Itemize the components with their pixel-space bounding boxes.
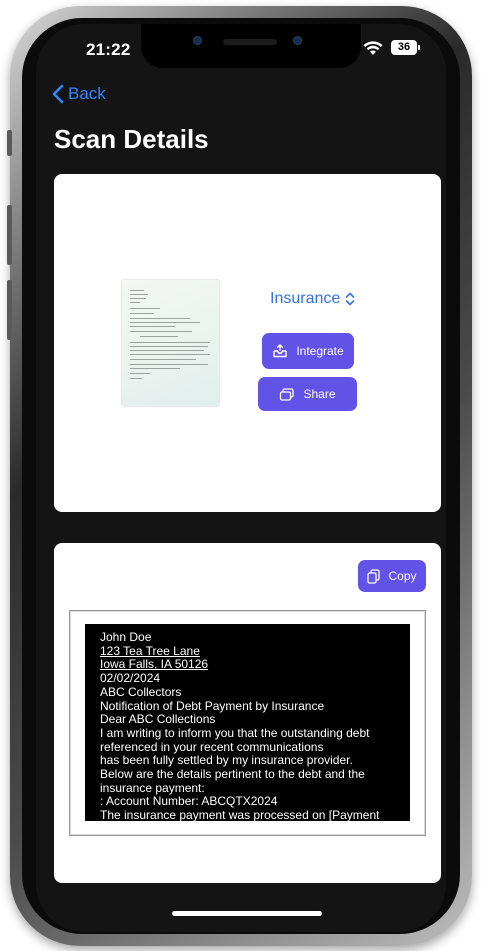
page-title: Scan Details (54, 124, 209, 154)
text-line: Below are the details pertinent to the d… (100, 767, 365, 782)
tray-upload-icon (273, 344, 288, 358)
scan-summary-card: Insurance Integrate Share (54, 174, 441, 512)
share-button[interactable]: Share (258, 377, 357, 411)
share-label: Share (303, 387, 336, 401)
extracted-text-card: Copy John Doe 123 Tea Tree Lane Iowa Fal… (54, 543, 441, 883)
text-line: referenced in your recent communications (100, 739, 324, 754)
text-line: ABC Collectors (100, 684, 182, 699)
text-line: John Doe (100, 630, 152, 644)
volume-down-button (7, 280, 12, 340)
up-down-chevron-icon (345, 292, 355, 306)
home-indicator[interactable] (172, 911, 322, 916)
category-label: Insurance (270, 290, 341, 307)
text-line: 123 Tea Tree Lane (100, 643, 200, 658)
text-line: The insurance payment was processed on [… (100, 808, 380, 821)
copy-label: Copy (388, 569, 417, 583)
text-line: Notification of Debt Payment by Insuranc… (100, 698, 325, 713)
copy-button[interactable]: Copy (358, 560, 426, 592)
text-line: Dear ABC Collections (100, 712, 216, 727)
wifi-icon (363, 41, 383, 55)
category-selector[interactable]: Insurance (270, 290, 355, 308)
text-line: has been fully settled by my insurance p… (100, 753, 353, 768)
chevron-left-icon (52, 84, 64, 104)
text-line: 02/02/2024 (100, 671, 161, 686)
share-icon (280, 388, 295, 401)
integrate-label: Integrate (296, 344, 344, 358)
text-line: : Account Number: ABCQTX2024 (100, 794, 278, 809)
back-button[interactable]: Back (52, 84, 106, 104)
back-label: Back (68, 84, 106, 103)
battery-icon: 36 (391, 40, 420, 55)
text-line: I am writing to inform you that the outs… (100, 725, 370, 740)
speaker-grille (223, 39, 277, 45)
extracted-text[interactable]: John Doe 123 Tea Tree Lane Iowa Falls, I… (85, 624, 410, 821)
text-line: insurance payment: (100, 780, 205, 795)
extracted-text-frame[interactable]: John Doe 123 Tea Tree Lane Iowa Falls, I… (69, 610, 426, 836)
screen: 21:22 36 Back Scan Details Insurance Int… (36, 24, 446, 932)
camera-icon (193, 36, 202, 45)
document-thumbnail[interactable] (122, 280, 219, 406)
sensor-icon (293, 36, 302, 45)
copy-icon (367, 568, 381, 584)
text-line: Iowa Falls, IA 50126 (100, 657, 209, 672)
volume-up-button (7, 205, 12, 265)
status-time: 21:22 (86, 40, 131, 59)
notch (141, 24, 361, 68)
mute-switch (7, 130, 12, 156)
integrate-button[interactable]: Integrate (262, 333, 354, 369)
